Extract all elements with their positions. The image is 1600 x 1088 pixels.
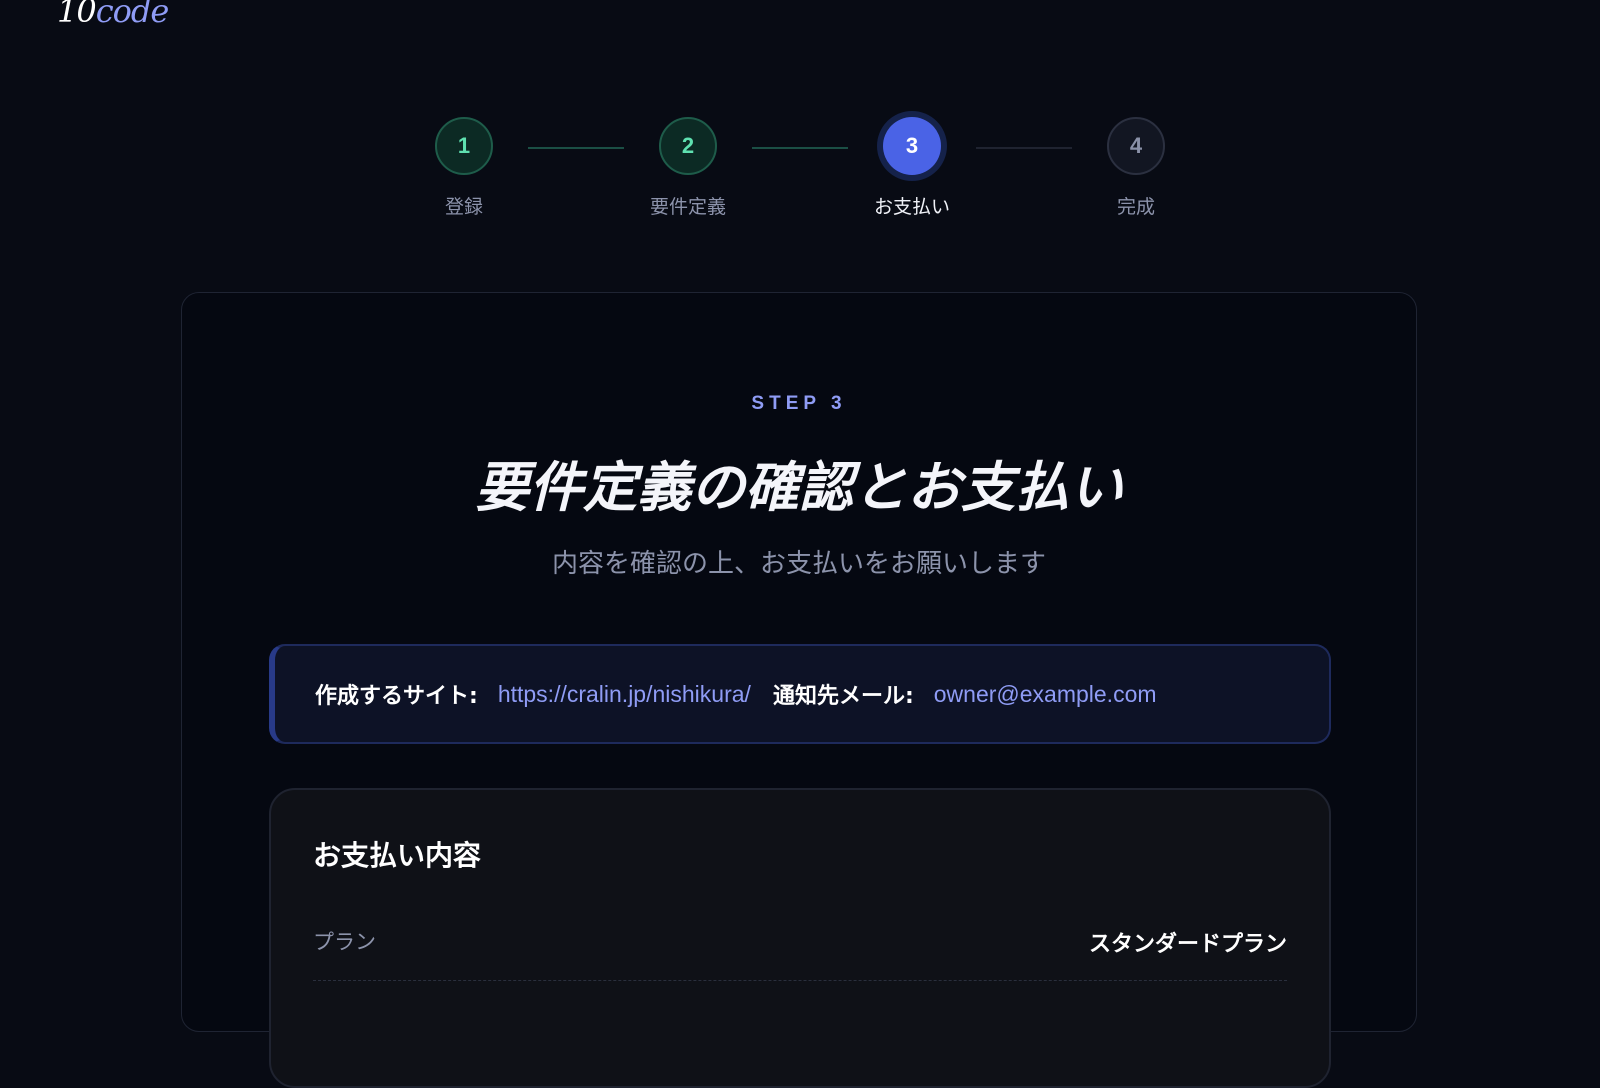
step-1: 1 登録 (404, 117, 524, 219)
step-1-circle: 1 (435, 117, 493, 175)
email-label: 通知先メール: (772, 684, 914, 709)
plan-label: プラン (313, 930, 376, 954)
step-2: 2 要件定義 (628, 117, 748, 219)
step-3: 3 お支払い (852, 117, 972, 219)
step-4-circle: 4 (1107, 117, 1165, 175)
page-title: 要件定義の確認とお支払い (475, 455, 1123, 519)
logo-number: 10 (57, 0, 97, 30)
site-url-link[interactable]: https://cralin.jp/nishikura/ (498, 681, 751, 708)
plan-value: スタンダードプラン (1088, 932, 1287, 957)
brand-logo[interactable]: 10code (57, 0, 170, 30)
site-label: 作成するサイト: (315, 684, 478, 709)
step-2-circle: 2 (659, 117, 717, 175)
email-value: owner@example.com (933, 680, 1157, 707)
step-3-circle: 3 (883, 117, 941, 175)
site-info-box: 作成するサイト: https://cralin.jp/nishikura/ 通知… (269, 644, 1331, 744)
plan-row: プラン スタンダードプラン (313, 920, 1287, 981)
step-eyebrow: STEP 3 (751, 393, 847, 414)
step-connector-3 (976, 147, 1072, 149)
payment-details-panel: お支払い内容 プラン スタンダードプラン (269, 788, 1331, 1088)
payment-panel-title: お支払い内容 (313, 839, 482, 872)
step-3-label: お支払い (873, 196, 950, 218)
step-1-label: 登録 (444, 196, 483, 218)
step-2-label: 要件定義 (649, 196, 726, 218)
step-4: 4 完成 (1076, 117, 1196, 219)
step-4-label: 完成 (1116, 196, 1155, 218)
logo-word: code (95, 0, 170, 30)
step-connector-2 (752, 147, 848, 149)
confirmation-card: STEP 3 要件定義の確認とお支払い 内容を確認の上、お支払いをお願いします … (181, 292, 1417, 1088)
step-connector-1 (528, 147, 624, 149)
page-subtitle: 内容を確認の上、お支払いをお願いします (551, 549, 1046, 579)
progress-stepper: 1 登録 2 要件定義 3 お支払い 4 完成 (0, 117, 1600, 227)
